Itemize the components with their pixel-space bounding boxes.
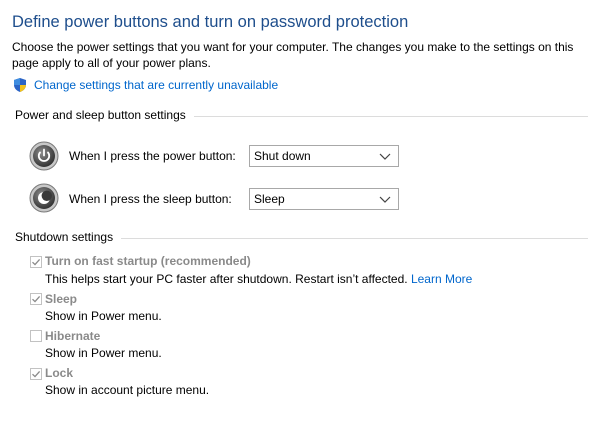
shutdown-section-title: Shutdown settings [15,230,114,244]
sleep-button-value: Sleep [254,192,285,206]
power-sleep-section-header: Power and sleep button settings [15,108,588,122]
power-sleep-section-title: Power and sleep button settings [15,108,186,122]
sleep-menu-label: Sleep [45,292,78,306]
sleep-button-icon [29,183,59,213]
checkmark-icon [32,258,41,266]
lock-checkbox[interactable] [30,368,42,380]
checkmark-icon [32,295,41,303]
shutdown-section-header: Shutdown settings [15,230,588,244]
fast-startup-checkbox[interactable] [30,256,42,268]
power-button-select[interactable]: Shut down [249,145,399,167]
lock-label: Lock [45,366,74,380]
change-settings-link[interactable]: Change settings that are currently unava… [34,78,278,92]
chevron-down-icon [379,196,391,203]
checkmark-icon [32,370,41,378]
section-divider [121,237,588,239]
section-divider [193,115,588,117]
lock-desc: Show in account picture menu. [45,383,210,397]
hibernate-checkbox[interactable] [30,330,42,342]
sleep-menu-desc: Show in Power menu. [45,309,162,323]
power-button-label: When I press the power button: [69,149,236,163]
sleep-menu-checkbox[interactable] [30,293,42,305]
fast-startup-label: Turn on fast startup (recommended) [45,254,251,268]
fast-startup-desc: This helps start your PC faster after sh… [45,272,472,286]
page-description: Choose the power settings that you want … [12,40,574,70]
sleep-button-label: When I press the sleep button: [69,192,232,206]
uac-shield-icon [14,78,26,92]
hibernate-desc: Show in Power menu. [45,346,162,360]
hibernate-label: Hibernate [45,329,101,343]
power-button-value: Shut down [254,149,311,163]
chevron-down-icon [379,153,391,160]
power-button-icon [29,141,59,171]
learn-more-link[interactable]: Learn More [411,272,472,286]
page-title: Define power buttons and turn on passwor… [12,13,409,31]
change-settings-row: Change settings that are currently unava… [12,77,278,93]
sleep-button-select[interactable]: Sleep [249,188,399,210]
fast-startup-desc-text: This helps start your PC faster after sh… [45,272,408,286]
